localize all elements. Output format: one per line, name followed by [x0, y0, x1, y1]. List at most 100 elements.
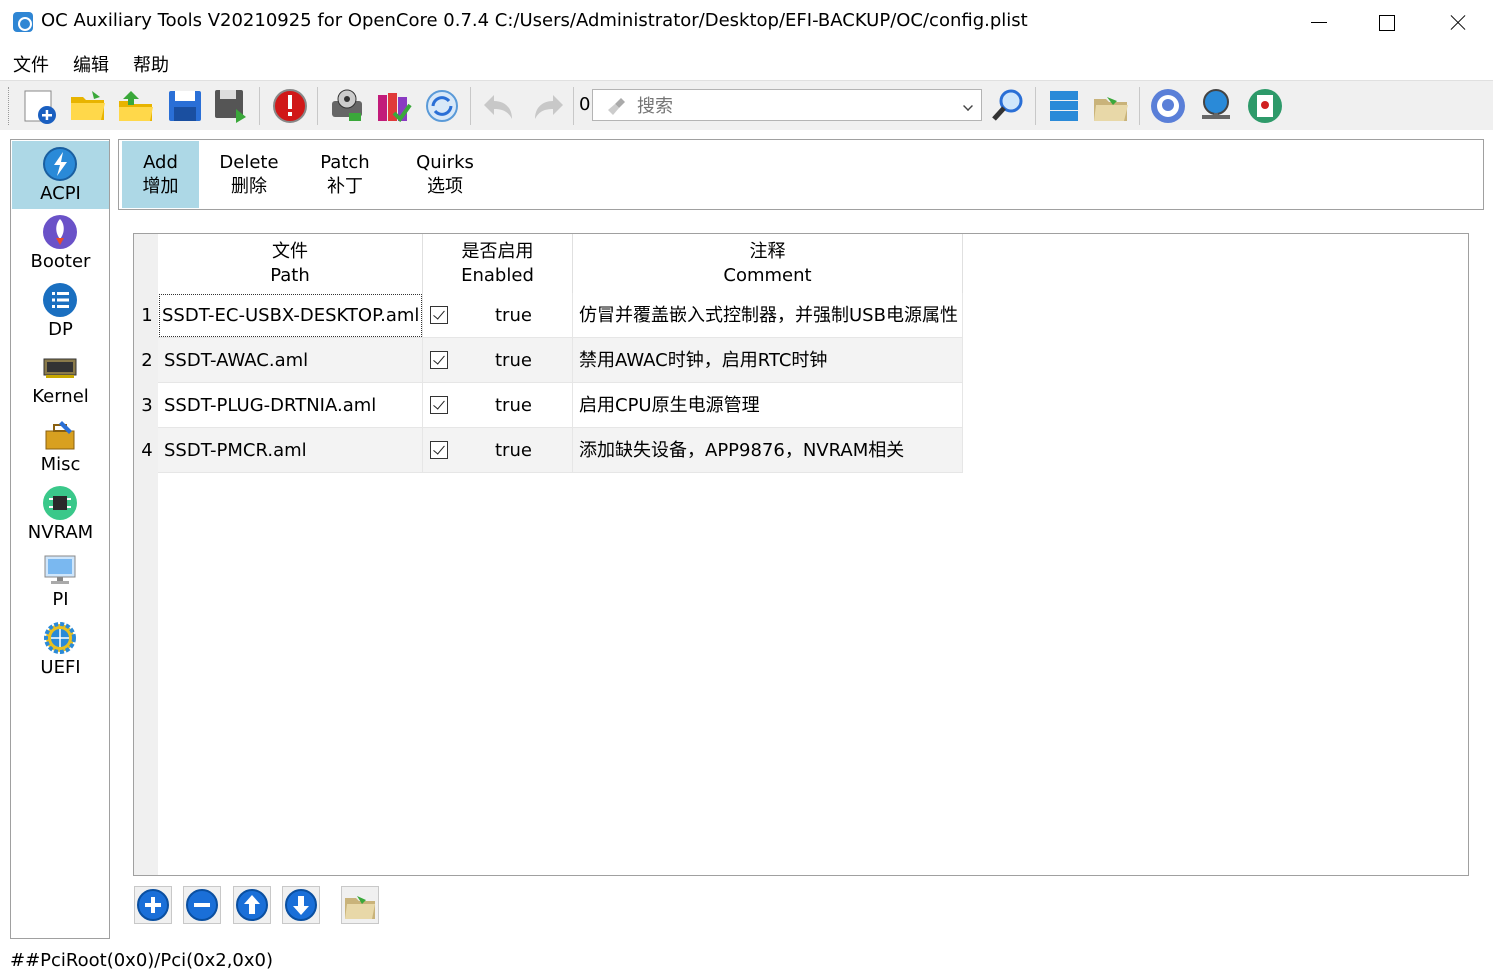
tab-label-zh: 补丁 [327, 176, 363, 197]
open-upload-button[interactable] [116, 87, 156, 125]
enabled-cell[interactable]: true [423, 293, 573, 338]
path-cell[interactable]: SSDT-PLUG-DRTNIA.aml [158, 383, 423, 428]
toolbar: 0 [0, 80, 1493, 130]
tab-delete[interactable]: Delete 删除 [211, 141, 287, 208]
row-number: 2 [141, 350, 153, 371]
menu-help[interactable]: 帮助 [133, 51, 169, 77]
tab-label-en: Delete [219, 152, 279, 173]
table-row[interactable]: 3 SSDT-PLUG-DRTNIA.aml true 启用CPU原生电源管理 [141, 383, 963, 428]
folder-icon [345, 896, 375, 919]
new-file-button[interactable] [20, 87, 60, 125]
move-down-button[interactable] [282, 886, 320, 924]
search-combobox[interactable] [592, 89, 982, 121]
title-bar: OC Auxiliary Tools V20210925 for OpenCor… [0, 0, 1493, 44]
toolbar-grip[interactable] [8, 87, 12, 125]
tab-label-zh: 增加 [142, 176, 179, 197]
database-list-button[interactable] [1044, 87, 1084, 125]
enabled-cell[interactable]: true [423, 383, 573, 428]
sidebar-item-misc[interactable]: Misc [12, 412, 109, 480]
path-cell[interactable]: SSDT-EC-USBX-DESKTOP.aml [158, 293, 423, 338]
save-as-button[interactable] [212, 87, 252, 125]
toolbar-separator [470, 87, 471, 125]
enabled-checkbox[interactable] [430, 306, 448, 324]
redo-button[interactable] [527, 87, 567, 125]
sidebar-item-pi[interactable]: PI [12, 547, 109, 615]
minimize-button[interactable] [1284, 0, 1354, 44]
lightning-icon [43, 147, 77, 181]
books-icon [378, 93, 412, 123]
arrow-down-icon [285, 889, 317, 921]
table-row[interactable]: 1 SSDT-EC-USBX-DESKTOP.aml true 仿冒并覆盖嵌入式… [141, 293, 963, 338]
column-header-enabled[interactable]: 是否启用 Enabled [423, 234, 573, 293]
column-header-comment[interactable]: 注释 Comment [573, 234, 963, 293]
sidebar-item-kernel[interactable]: Kernel [12, 344, 109, 412]
tab-label-en: Quirks [416, 152, 474, 173]
column-header-path[interactable]: 文件 Path [158, 234, 423, 293]
menu-edit[interactable]: 编辑 [73, 51, 109, 77]
tab-quirks[interactable]: Quirks 选项 [404, 141, 486, 208]
enabled-value: true [495, 350, 532, 371]
path-cell[interactable]: SSDT-PMCR.aml [158, 428, 423, 473]
table-row[interactable]: 4 SSDT-PMCR.aml true 添加缺失设备，APP9876，NVRA… [141, 428, 963, 473]
open-folder-button[interactable] [1091, 87, 1131, 125]
undo-button[interactable] [480, 87, 520, 125]
clear-broom-icon[interactable] [607, 96, 627, 116]
remove-row-button[interactable] [183, 886, 221, 924]
enabled-cell[interactable]: true [423, 428, 573, 473]
enabled-checkbox[interactable] [430, 351, 448, 369]
save-button[interactable] [165, 87, 205, 125]
comment-cell[interactable]: 禁用AWAC时钟，启用RTC时钟 [573, 338, 963, 383]
save-disk-icon [169, 91, 201, 121]
enabled-checkbox[interactable] [430, 441, 448, 459]
sidebar-item-uefi[interactable]: UEFI [12, 615, 109, 683]
web-button[interactable] [1196, 87, 1236, 125]
open-file-button[interactable] [68, 87, 108, 125]
add-row-button[interactable] [134, 886, 172, 924]
comment-cell[interactable]: 启用CPU原生电源管理 [573, 383, 963, 428]
move-up-button[interactable] [233, 886, 271, 924]
tab-label-zh: 删除 [231, 176, 267, 197]
monitor-icon [44, 555, 76, 584]
enabled-checkbox[interactable] [430, 396, 448, 414]
about-button[interactable] [1245, 87, 1285, 125]
redo-icon [535, 95, 563, 119]
search-input[interactable] [637, 94, 937, 118]
enabled-cell[interactable]: true [423, 338, 573, 383]
close-button[interactable] [1422, 0, 1492, 44]
row-number: 4 [141, 440, 153, 461]
chip-board-icon [43, 358, 77, 378]
comment-cell[interactable]: 添加缺失设备，APP9876，NVRAM相关 [573, 428, 963, 473]
comment-cell[interactable]: 仿冒并覆盖嵌入式控制器，并强制USB电源属性 [573, 293, 963, 338]
tab-add[interactable]: Add 增加 [122, 141, 199, 208]
search-button[interactable] [988, 87, 1028, 125]
toolbar-separator [573, 87, 574, 125]
error-check-button[interactable] [270, 87, 310, 125]
sidebar-item-acpi[interactable]: ACPI [12, 141, 109, 209]
chevron-down-icon[interactable] [963, 101, 973, 111]
document-badge-icon [1248, 89, 1282, 123]
database-button[interactable] [374, 87, 414, 125]
menu-bar: 文件 编辑 帮助 [0, 44, 1493, 78]
globe-gear-icon [44, 622, 76, 654]
refresh-button[interactable] [422, 87, 462, 125]
toolbar-separator [259, 87, 260, 125]
sidebar-item-label: Misc [40, 454, 81, 475]
database-icon [1050, 91, 1078, 121]
github-button[interactable] [1148, 87, 1188, 125]
sidebar-item-label: UEFI [40, 657, 81, 678]
mount-efi-button[interactable] [327, 87, 367, 125]
sidebar-item-dp[interactable]: DP [12, 277, 109, 345]
tab-label-en: Add [143, 152, 178, 173]
sidebar-item-booter[interactable]: Booter [12, 209, 109, 277]
header-label-en: Path [270, 265, 310, 286]
open-acpi-folder-button[interactable] [341, 886, 379, 924]
folder-icon [1094, 97, 1128, 121]
maximize-button[interactable] [1352, 0, 1422, 44]
tab-patch[interactable]: Patch 补丁 [307, 141, 383, 208]
sidebar-item-nvram[interactable]: NVRAM [12, 480, 109, 548]
window-title: OC Auxiliary Tools V20210925 for OpenCor… [41, 10, 1028, 31]
path-cell[interactable]: SSDT-AWAC.aml [158, 338, 423, 383]
menu-file[interactable]: 文件 [13, 51, 49, 77]
table-row[interactable]: 2 SSDT-AWAC.aml true 禁用AWAC时钟，启用RTC时钟 [141, 338, 963, 383]
table-body: 文件 Path 是否启用 Enabled 注释 Comment 1 SSDT-E… [141, 234, 1468, 875]
